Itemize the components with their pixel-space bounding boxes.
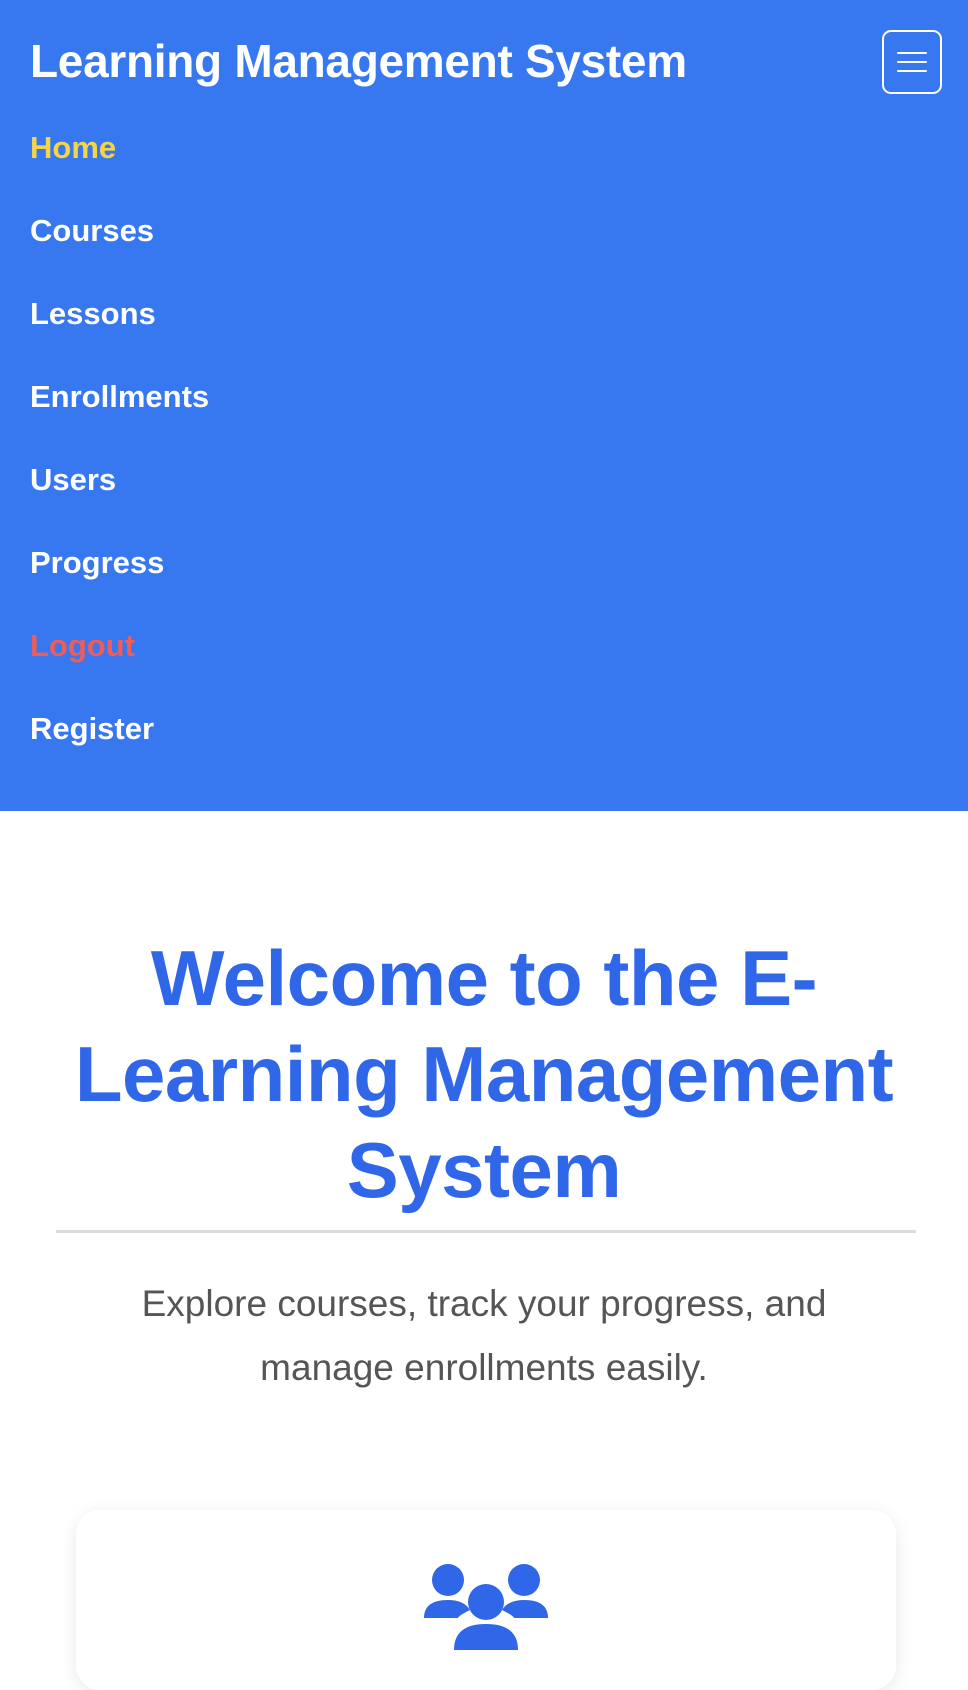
hero-subtitle: Explore courses, track your progress, an…	[141, 1283, 827, 1388]
nav-item-courses[interactable]: Courses	[30, 213, 209, 296]
hero-divider	[56, 1230, 916, 1233]
nav-item-enrollments[interactable]: Enrollments	[30, 379, 209, 462]
nav-item-progress[interactable]: Progress	[30, 545, 209, 628]
nav-item-register[interactable]: Register	[30, 711, 209, 794]
users-group-icon	[424, 1564, 548, 1650]
navbar: Learning Management System Home Courses …	[0, 0, 968, 811]
nav-item-lessons[interactable]: Lessons	[30, 296, 209, 379]
nav-menu: Home Courses Lessons Enrollments Users P…	[30, 130, 209, 794]
nav-item-logout[interactable]: Logout	[30, 628, 209, 711]
hamburger-menu-icon[interactable]	[882, 30, 942, 94]
nav-item-users[interactable]: Users	[30, 462, 209, 545]
feature-card	[76, 1510, 896, 1690]
nav-item-home[interactable]: Home	[30, 130, 209, 213]
hero-title: Welcome to the E-Learning Management Sys…	[74, 934, 894, 1214]
brand-title[interactable]: Learning Management System	[30, 34, 687, 88]
